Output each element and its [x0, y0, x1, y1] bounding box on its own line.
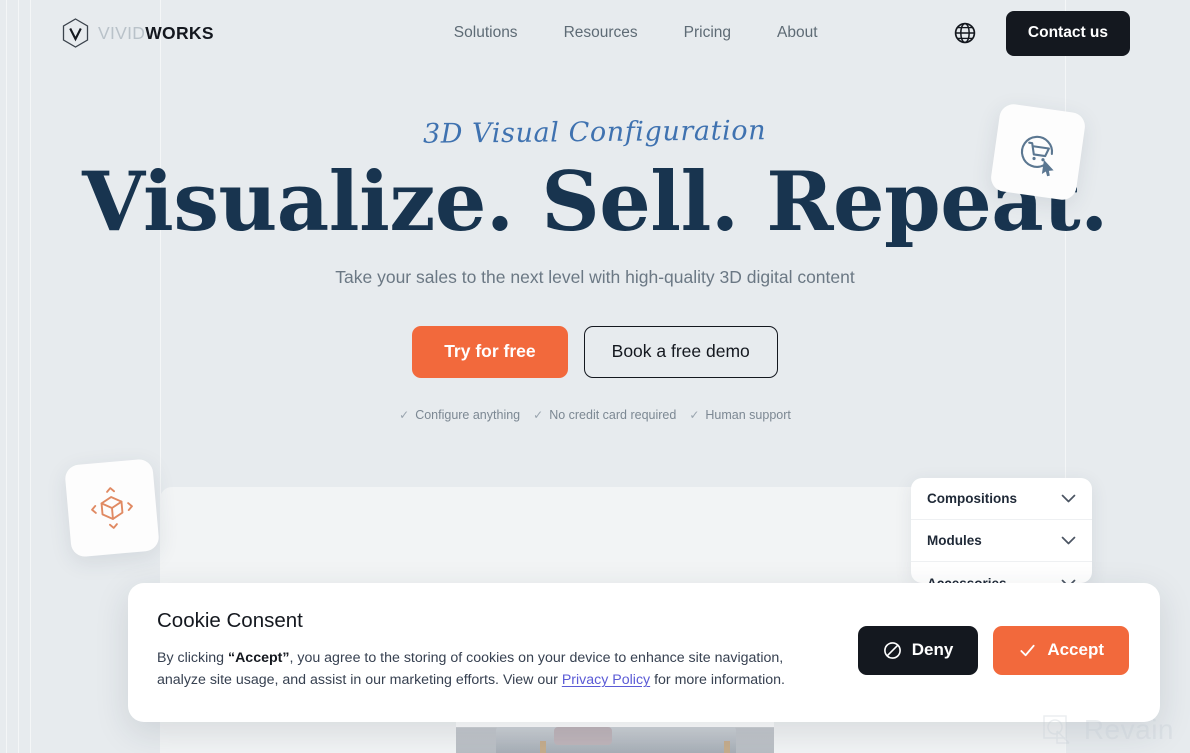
configurator-panel: Compositions Modules Accessories: [911, 478, 1092, 583]
nav-item-resources[interactable]: Resources: [564, 24, 638, 42]
feature-label: Human support: [705, 407, 791, 422]
cart-cursor-card: [989, 102, 1087, 202]
feature-label: No credit card required: [549, 407, 677, 422]
chevron-down-icon: [1061, 494, 1076, 503]
hero-cta-row: Try for free Book a free demo: [0, 325, 1190, 378]
cookie-consent-title: Cookie Consent: [157, 609, 303, 632]
logo[interactable]: VIVIDWORKS: [62, 18, 214, 48]
cart-cursor-icon: [1020, 135, 1054, 177]
chevron-down-icon: [1061, 536, 1076, 545]
site-header: VIVIDWORKS Solutions Resources Pricing A…: [0, 0, 1190, 66]
deny-button-label: Deny: [911, 640, 954, 660]
cookie-body-accept-emphasis: “Accept”: [227, 650, 290, 666]
config-row-modules[interactable]: Modules: [911, 520, 1092, 562]
deny-button[interactable]: Deny: [857, 625, 979, 675]
hero-subtitle: Take your sales to the next level with h…: [335, 266, 855, 287]
revain-watermark: Revain: [1041, 713, 1174, 747]
check-icon: [1020, 644, 1035, 656]
config-row-label: Accessories: [927, 575, 1007, 584]
3d-cube-arrows-icon: [91, 487, 133, 529]
hero-eyebrow: 3D Visual Configuration: [423, 115, 767, 150]
logo-text: VIVIDWORKS: [98, 23, 214, 44]
feature-human-support: ✓ Human support: [689, 408, 791, 422]
nav-item-pricing[interactable]: Pricing: [684, 24, 731, 42]
feature-label: Configure anything: [415, 407, 521, 422]
check-icon: ✓: [399, 407, 410, 422]
sofa-image: [496, 727, 736, 753]
block-circle-slash-icon: [883, 641, 901, 659]
logo-text-bold: WORKS: [145, 22, 214, 43]
logo-text-light: VIVID: [98, 22, 146, 43]
sofa-leg: [724, 741, 730, 753]
check-icon: ✓: [533, 407, 544, 422]
check-icon: ✓: [689, 407, 700, 422]
sofa-cushion: [554, 727, 612, 745]
config-row-label: Modules: [927, 533, 982, 548]
feature-configure-anything: ✓ Configure anything: [399, 408, 520, 422]
cookie-consent-text: Cookie Consent By clicking “Accept”, you…: [157, 609, 832, 692]
nav-item-solutions[interactable]: Solutions: [454, 24, 518, 42]
sofa-leg: [540, 741, 546, 753]
config-row-accessories[interactable]: Accessories: [911, 562, 1092, 583]
contact-us-button[interactable]: Contact us: [1005, 10, 1130, 56]
accept-button-label: Accept: [1047, 640, 1104, 660]
cookie-body-part3: for more information.: [650, 672, 785, 689]
revain-logo-icon: [1043, 715, 1070, 744]
cookie-consent-banner: Cookie Consent By clicking “Accept”, you…: [128, 583, 1160, 722]
vividworks-hex-v-logo-icon: [62, 18, 89, 48]
book-demo-button[interactable]: Book a free demo: [583, 325, 778, 378]
revain-watermark-label: Revain: [1083, 714, 1174, 745]
privacy-policy-link[interactable]: Privacy Policy: [562, 672, 650, 688]
cube-config-card: [64, 458, 160, 558]
config-row-compositions[interactable]: Compositions: [911, 478, 1092, 520]
try-for-free-button[interactable]: Try for free: [412, 325, 568, 378]
header-actions: Contact us: [953, 10, 1130, 56]
cookie-body-part1: By clicking: [157, 650, 228, 666]
cookie-consent-body: By clicking “Accept”, you agree to the s…: [157, 647, 832, 692]
accept-button[interactable]: Accept: [993, 625, 1129, 675]
main-nav: Solutions Resources Pricing About: [454, 24, 818, 42]
nav-item-about[interactable]: About: [777, 24, 818, 42]
config-row-label: Compositions: [927, 491, 1017, 506]
hero-feature-list: ✓ Configure anything ✓ No credit card re…: [0, 408, 1190, 422]
globe-icon[interactable]: [953, 21, 977, 45]
feature-no-credit-card: ✓ No credit card required: [533, 408, 676, 422]
cookie-consent-actions: Deny Accept: [857, 625, 1129, 675]
